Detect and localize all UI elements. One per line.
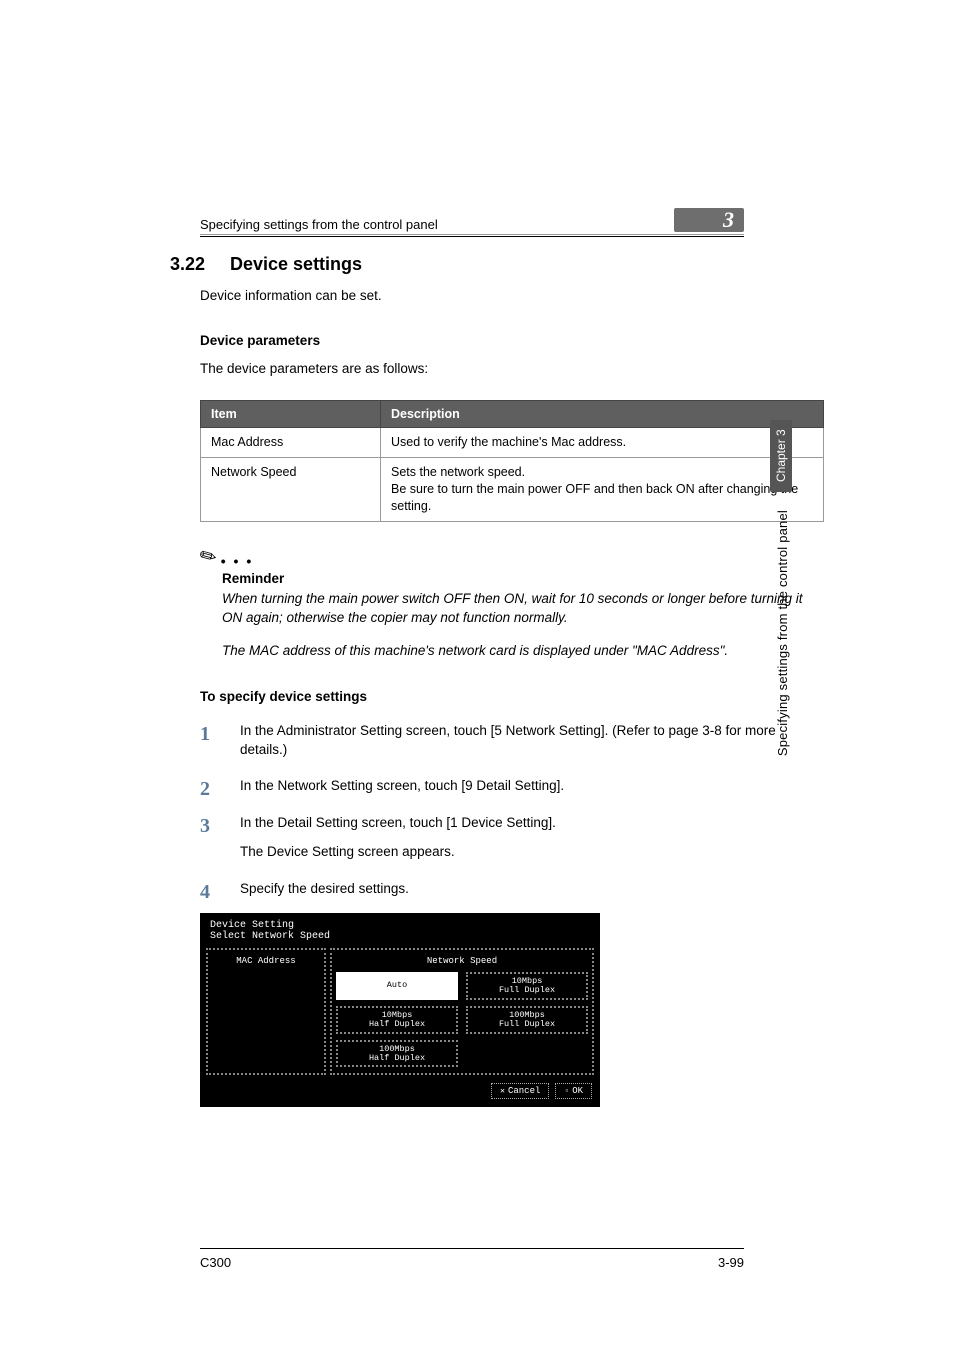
params-heading: Device parameters [200,333,824,348]
section-title: Device settings [230,254,362,275]
scr-btn-100full[interactable]: 100Mbps Full Duplex [466,1006,588,1034]
step-item: 1 In the Administrator Setting screen, t… [200,722,824,760]
params-intro: The device parameters are as follows: [200,360,824,378]
scr-cancel-button[interactable]: ✕Cancel [491,1083,549,1099]
scr-subtitle: Select Network Speed [204,931,596,946]
scr-right-panel: Network Speed Auto 10Mbps Full Duplex 10… [330,948,594,1076]
cell-item: Mac Address [201,428,381,458]
scr-title: Device Setting [204,917,596,931]
table-head-row: Item Description [201,401,824,428]
scr-btn-100half[interactable]: 100Mbps Half Duplex [336,1040,458,1068]
step-text: Specify the desired settings. [240,881,409,896]
scr-btn-auto[interactable]: Auto [336,972,458,1000]
step-item: 4 Specify the desired settings. [200,880,824,899]
procedure-heading: To specify device settings [200,689,824,704]
step-subtext: The Device Setting screen appears. [240,843,824,862]
scr-speed-grid: Auto 10Mbps Full Duplex 10Mbps Half Dupl… [336,972,588,1068]
scr-mac-head: MAC Address [212,956,320,966]
step-text: In the Network Setting screen, touch [9 … [240,778,564,793]
step-number: 1 [200,720,210,748]
page: Specifying settings from the control pan… [0,0,954,1350]
steps-list: 1 In the Administrator Setting screen, t… [200,722,824,899]
footer-page: 3-99 [718,1255,744,1270]
params-table: Item Description Mac Address Used to ver… [200,400,824,522]
th-item: Item [201,401,381,428]
scr-btn-10full[interactable]: 10Mbps Full Duplex [466,972,588,1000]
footer-model: C300 [200,1255,231,1270]
scr-ok-label: OK [572,1086,583,1096]
step-item: 2 In the Network Setting screen, touch [… [200,777,824,796]
th-desc: Description [381,401,824,428]
step-text: In the Detail Setting screen, touch [1 D… [240,815,556,830]
pen-icon: ✎ [195,541,222,571]
table-row: Mac Address Used to verify the machine's… [201,428,824,458]
x-icon: ✕ [500,1086,505,1096]
footer: C300 3-99 [200,1248,744,1270]
header-row: Specifying settings from the control pan… [200,208,744,232]
reminder-icon: ✎• • • [200,544,824,569]
step-number: 4 [200,878,210,906]
dots-icon: • • • [221,553,253,569]
side-caption: Specifying settings from the control pan… [775,510,790,756]
cell-desc: Used to verify the machine's Mac address… [381,428,824,458]
reminder-text-2: The MAC address of this machine's networ… [222,642,824,661]
scr-footer: ✕Cancel ▫OK [204,1077,596,1103]
section-heading-row: 3.22 Device settings [200,254,824,275]
content: 3.22 Device settings Device information … [200,254,824,1107]
section-number: 3.22 [170,254,214,275]
scr-speed-head: Network Speed [336,956,588,966]
reminder-text-1: When turning the main power switch OFF t… [222,590,824,628]
chapter-badge: 3 [674,208,744,232]
scr-left-panel: MAC Address [206,948,326,1076]
step-item: 3 In the Detail Setting screen, touch [1… [200,814,824,862]
device-setting-screenshot: Device Setting Select Network Speed MAC … [200,913,600,1108]
step-number: 3 [200,812,210,840]
section-intro: Device information can be set. [200,287,824,305]
step-text: In the Administrator Setting screen, tou… [240,723,776,757]
chapter-number: 3 [674,208,744,232]
scr-cancel-label: Cancel [508,1086,540,1096]
table-row: Network Speed Sets the network speed. Be… [201,458,824,522]
cell-item: Network Speed [201,458,381,522]
scr-ok-button[interactable]: ▫OK [555,1083,592,1099]
header-rule [200,234,744,237]
check-icon: ▫ [564,1087,569,1096]
scr-btn-10half[interactable]: 10Mbps Half Duplex [336,1006,458,1034]
body: Device information can be set. Device pa… [200,287,824,1107]
breadcrumb: Specifying settings from the control pan… [200,217,438,232]
cell-desc: Sets the network speed. Be sure to turn … [381,458,824,522]
reminder-label: Reminder [222,571,824,586]
side-chapter-tab: Chapter 3 [770,420,792,492]
step-number: 2 [200,775,210,803]
